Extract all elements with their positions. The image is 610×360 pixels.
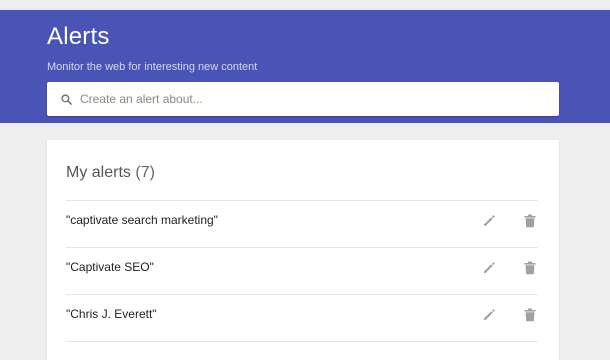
pencil-icon[interactable] (482, 308, 496, 322)
alert-label[interactable]: "captivate search marketing" (66, 213, 218, 227)
page-title: Alerts (47, 23, 110, 50)
alert-row (66, 341, 538, 352)
search-icon (61, 93, 72, 105)
pencil-icon[interactable] (482, 214, 496, 228)
trash-icon[interactable] (524, 261, 536, 275)
pencil-icon[interactable] (482, 261, 496, 275)
trash-icon[interactable] (524, 308, 536, 322)
search-input[interactable] (80, 92, 540, 106)
top-strip (0, 0, 610, 10)
trash-icon[interactable] (524, 214, 536, 228)
alert-row[interactable]: "captivate search marketing" (66, 200, 538, 248)
search-box[interactable] (47, 82, 559, 116)
alert-row[interactable]: "Chris J. Everett" (66, 294, 538, 342)
my-alerts-heading: My alerts (7) (66, 164, 155, 182)
page-subtitle: Monitor the web for interesting new cont… (47, 61, 258, 73)
my-alerts-card: My alerts (7) "captivate search marketin… (47, 140, 559, 360)
alert-label[interactable]: "Chris J. Everett" (66, 307, 157, 321)
header: Alerts Monitor the web for interesting n… (0, 10, 610, 123)
alert-row[interactable]: "Captivate SEO" (66, 247, 538, 295)
alert-label[interactable]: "Captivate SEO" (66, 260, 154, 274)
my-alerts-count: (7) (135, 164, 155, 181)
my-alerts-label: My alerts (66, 164, 131, 181)
